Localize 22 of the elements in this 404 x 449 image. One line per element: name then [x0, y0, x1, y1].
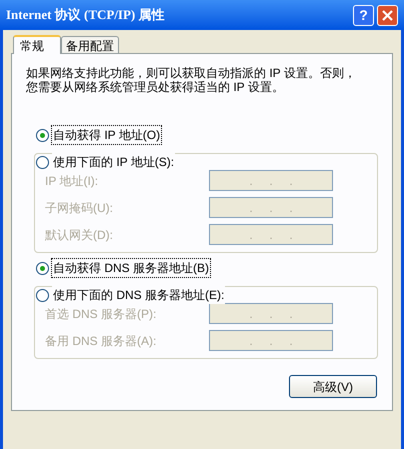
close-button[interactable]	[377, 4, 398, 26]
radio-label[interactable]: 自动获得 IP 地址(O)	[52, 126, 162, 144]
field-label: 子网掩码(U):	[45, 200, 113, 216]
field-label: 备用 DNS 服务器(A):	[45, 332, 156, 350]
description-text: 您需要从网络系统管理员处获得适当的 IP 设置。	[26, 80, 284, 94]
window-title: Internet 协议 (TCP/IP) 属性	[6, 6, 165, 24]
tab[interactable]: 备用配置	[61, 36, 119, 53]
radio-label[interactable]: 自动获得 DNS 服务器地址(B)	[52, 259, 210, 277]
tab[interactable]: 常规	[13, 35, 61, 54]
radio-button[interactable]	[36, 156, 49, 168]
radio-button[interactable]	[36, 288, 49, 302]
help-button[interactable]: ?	[353, 4, 374, 26]
radio-button[interactable]	[36, 128, 49, 142]
field-label: IP 地址(I):	[45, 172, 98, 190]
radio-label[interactable]: 使用下面的 IP 地址(S):	[52, 153, 176, 171]
advanced-button[interactable]: 高级(V)	[289, 375, 377, 398]
close-icon	[382, 10, 393, 20]
radio-button[interactable]	[36, 262, 49, 274]
field-label: 默认网关(D):	[45, 226, 113, 244]
description-text: 如果网络支持此功能，则可以获取自动指派的 IP 设置。否则，	[26, 66, 356, 80]
field-label: 首选 DNS 服务器(P):	[45, 306, 156, 322]
radio-label[interactable]: 使用下面的 DNS 服务器地址(E):	[52, 286, 226, 304]
